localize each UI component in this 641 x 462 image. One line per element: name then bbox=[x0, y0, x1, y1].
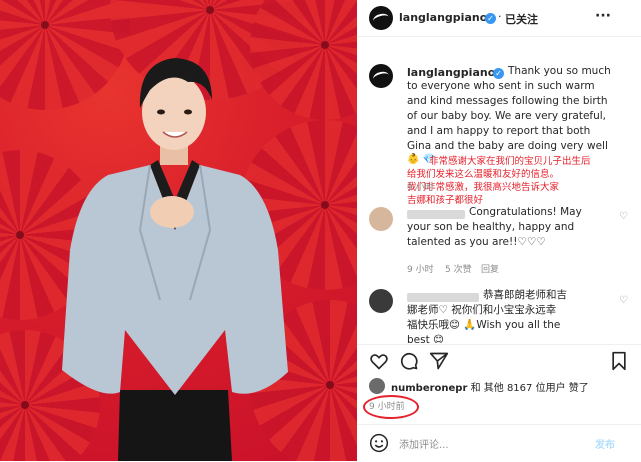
comment-line: your son be healthy, happy and bbox=[407, 221, 575, 233]
caption-line: and kind messages following the birth bbox=[407, 95, 608, 107]
caption-line: Gina and the baby are doing very well bbox=[407, 140, 608, 152]
translation-line: 非常感谢大家在我们的宝贝儿子出生后 bbox=[429, 156, 591, 167]
action-bar bbox=[357, 344, 641, 375]
comment-icon[interactable] bbox=[399, 351, 419, 371]
comment-input[interactable]: 添加评论... bbox=[399, 436, 449, 451]
comment-line: 福快乐哦😊 🙏Wish you all the bbox=[407, 319, 561, 331]
heart-icon[interactable] bbox=[369, 351, 389, 371]
paper-plane-icon[interactable] bbox=[429, 351, 449, 371]
bookmark-icon[interactable] bbox=[609, 351, 629, 371]
more-options-icon[interactable]: ··· bbox=[595, 8, 611, 24]
comment-line: 恭喜郎朗老师和吉 bbox=[483, 289, 567, 301]
post-header: langlangpiano ✓ · 已关注 ··· bbox=[357, 0, 641, 37]
post-time: 9 小时前 bbox=[369, 402, 405, 412]
liker-username[interactable]: numberonepr bbox=[391, 383, 467, 394]
likes-summary: numberonepr 和 其他 8167 位用户 赞了 bbox=[391, 379, 589, 394]
comment-like-heart-icon[interactable]: ♡ bbox=[619, 296, 629, 306]
follow-status-button[interactable]: 已关注 bbox=[505, 11, 538, 27]
comment-avatar[interactable] bbox=[369, 289, 393, 313]
comment-reply-link[interactable]: 回复 bbox=[481, 262, 499, 275]
comment-likes[interactable]: 5 次赞 bbox=[445, 262, 472, 275]
likes-rest[interactable]: 和 其他 8167 位用户 赞了 bbox=[467, 383, 589, 394]
comment-like-heart-icon[interactable]: ♡ bbox=[619, 212, 629, 222]
comment-avatar[interactable] bbox=[369, 207, 393, 231]
comment-line: talented as you are!!♡♡♡ bbox=[407, 236, 546, 248]
smiley-icon[interactable] bbox=[369, 433, 389, 453]
post-photo[interactable] bbox=[0, 0, 357, 461]
comment-line: best 😊 bbox=[407, 334, 444, 343]
redacted-username bbox=[407, 293, 479, 302]
caption-line: to everyone who sent in such warm bbox=[407, 80, 595, 92]
caption-avatar[interactable] bbox=[369, 64, 393, 88]
comment-line: Congratulations! May bbox=[469, 206, 582, 218]
caption-line: of our baby boy. We are very grateful, bbox=[407, 110, 607, 122]
caption-line: Thank you so much bbox=[508, 65, 611, 77]
caption-line: and I am happy to report that both bbox=[407, 125, 591, 137]
post-detail-panel: langlangpiano ✓ · 已关注 ··· langlangpiano … bbox=[357, 0, 641, 461]
avatar[interactable] bbox=[369, 6, 393, 30]
separator-dot: · bbox=[498, 10, 502, 23]
liker-avatar[interactable] bbox=[369, 378, 385, 394]
verified-badge-icon: ✓ bbox=[493, 68, 504, 79]
redacted-username bbox=[407, 210, 465, 219]
add-comment-bar: 添加评论... 发布 bbox=[357, 424, 641, 462]
caption-username[interactable]: langlangpiano bbox=[407, 66, 495, 79]
verified-badge-icon: ✓ bbox=[485, 13, 496, 24]
comment-time: 9 小时 bbox=[407, 265, 434, 275]
header-username[interactable]: langlangpiano bbox=[399, 11, 487, 24]
caption-time: 9 小时 bbox=[407, 183, 434, 193]
post-comment-button[interactable]: 发布 bbox=[595, 436, 615, 451]
pianist-figure bbox=[62, 58, 288, 461]
comment-line: 娜老师♡ 祝你们和小宝宝永远幸 bbox=[407, 304, 557, 316]
